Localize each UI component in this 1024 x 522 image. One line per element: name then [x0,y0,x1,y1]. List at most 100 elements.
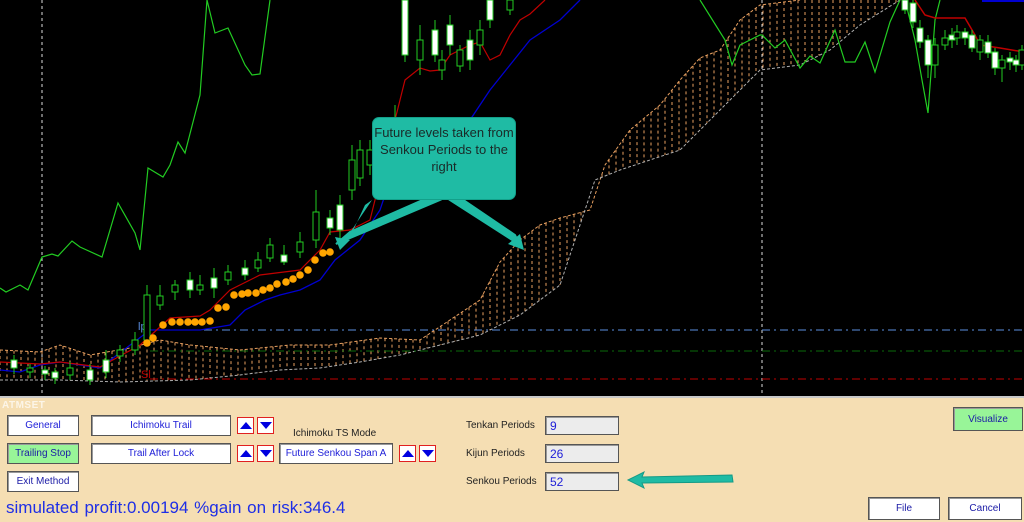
trailing-stop-dot [222,303,230,311]
trailing-stop-dot [206,317,214,325]
trailing-stop-dot [149,334,157,342]
trail-method-down-button[interactable] [257,417,274,434]
candle-body [941,37,949,46]
trailing-stop-dot [289,275,297,283]
candle-body [416,39,424,61]
trailing-stop-dot [311,256,319,264]
trailing-stop-dot [198,318,206,326]
cancel-button[interactable]: Cancel [948,497,1022,520]
arrow-down-icon [259,422,272,429]
candle-body [976,39,984,53]
trail-when-select[interactable]: Trail After Lock [91,443,231,464]
trail-method-select[interactable]: Ichimoku Trail [91,415,231,436]
candle-body [476,29,484,46]
trailing-stop-dot [282,278,290,286]
candle-body [254,259,262,269]
annotation-callout: Future levels taken from Senkou Periods … [372,117,516,200]
candle-body [296,241,304,253]
candle-body [968,34,976,49]
candle-body [210,277,218,289]
visualize-button[interactable]: Visualize [953,407,1023,431]
kijun-periods-input[interactable]: 26 [545,444,619,463]
ts-mode-down-button[interactable] [419,445,436,462]
arrow-down-icon [259,450,272,457]
kijun-periods-label: Kijun Periods [466,448,525,459]
candle-body [312,211,320,241]
annotation-arrow-left [335,193,442,245]
annotation-arrow-icon [626,470,734,490]
annotation-arrow-right [448,193,523,248]
ts-mode-up-button[interactable] [399,445,416,462]
candle-body [401,0,409,56]
candle-body [1012,59,1020,66]
candle-body [66,367,74,376]
trailing-stop-dot [259,286,267,294]
trailing-stop-dot [230,291,238,299]
candle-body [326,217,334,229]
trailing-stop-dot [296,271,304,279]
ts-mode-select[interactable]: Future Senkou Span A [279,443,393,464]
candle-body [466,39,474,61]
trailing-stop-dot [326,248,334,256]
candle-body [171,284,179,293]
tenkan-periods-input[interactable]: 9 [545,416,619,435]
chikou-span [0,0,271,293]
trailing-stop-dot [244,289,252,297]
candle-body [51,371,59,379]
trailing-stop-dot [273,280,281,288]
trailing-stop-dot [252,289,260,297]
candle-body [143,294,151,341]
candle-body [931,44,939,66]
senkou-periods-input[interactable]: 52 [545,472,619,491]
candle-body [506,0,514,11]
candle-body [266,244,274,259]
candle-body [961,31,969,39]
arrow-up-icon [239,422,252,429]
tab-general[interactable]: General [7,415,79,436]
candle-body [156,295,164,306]
senkou-periods-label: Senkou Periods [466,476,537,487]
candle-body [102,359,110,373]
tenkan-periods-label: Tenkan Periods [466,420,535,431]
tab-exit-method[interactable]: Exit Method [7,471,79,492]
candle-body [116,349,124,357]
callout-text: Future levels taken from Senkou Periods … [374,125,514,174]
candle-body [438,59,446,71]
candle-body [998,59,1006,69]
candle-body [196,284,204,291]
candle-body [280,254,288,263]
candle-body [26,367,34,373]
file-button[interactable]: File [868,497,940,520]
candle-body [241,267,249,276]
simulation-status: simulated profit:0.00194 %gain on risk:3… [6,498,346,517]
chikou-span [699,0,901,74]
arrow-down-icon [421,450,434,457]
candle-body [486,0,494,21]
tab-trailing-stop[interactable]: Trailing Stop [7,443,79,464]
trailing-stop-dot [266,284,274,292]
candle-body [41,369,49,375]
atm-settings-panel: ATMSET General Trailing Stop Exit Method… [0,396,1024,522]
candle-body [456,49,464,67]
trailing-stop-dot [319,249,327,257]
panel-title: ATMSET [2,400,46,411]
trail-when-up-button[interactable] [237,445,254,462]
ts-mode-label: Ichimoku TS Mode [293,428,377,439]
trailing-stop-dot [168,318,176,326]
candle-body [336,204,344,231]
candle-body [901,0,909,11]
candle-body [348,159,356,191]
candle-body [1018,49,1024,66]
price-chart[interactable]: lp Sl Future levels taken from Senkou Per… [0,0,1024,396]
trail-method-up-button[interactable] [237,417,254,434]
candle-body [186,279,194,291]
candle-body [224,271,232,281]
candle-body [916,27,924,43]
trailing-stop-dot [214,304,222,312]
trail-when-down-button[interactable] [257,445,274,462]
candle-body [10,359,18,369]
candle-body [86,369,94,381]
level-sl-label: Sl [141,369,151,381]
candle-body [991,51,999,69]
trailing-stop-dot [304,266,312,274]
